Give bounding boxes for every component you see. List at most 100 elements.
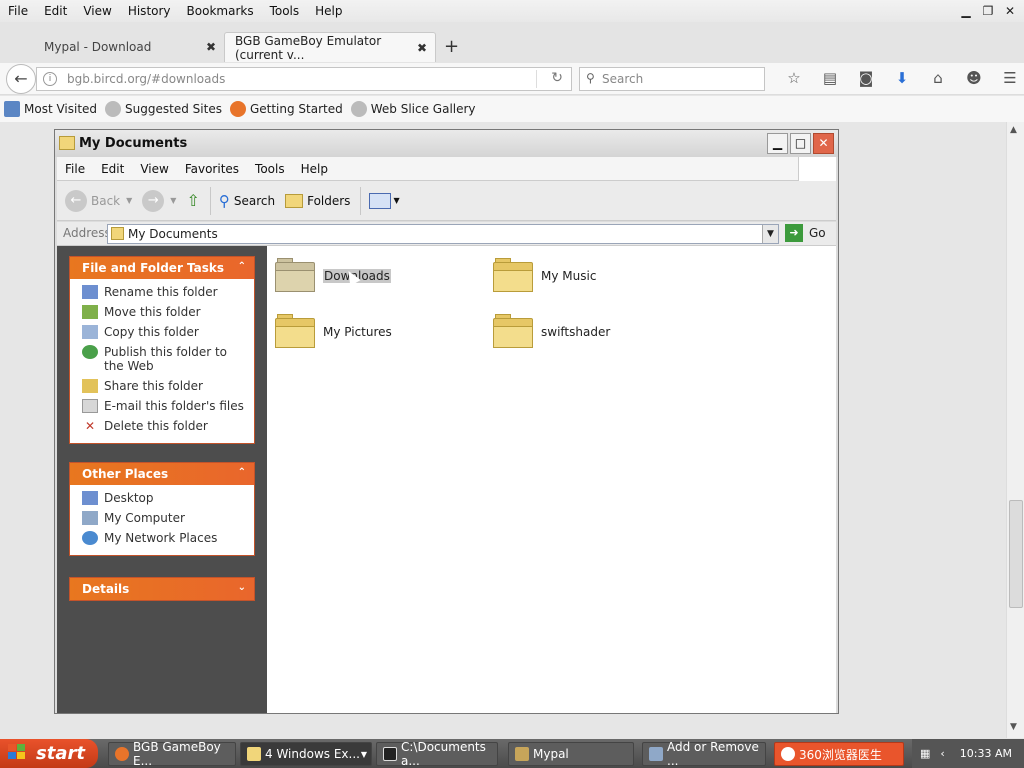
back-button[interactable]: ← Back ▼	[65, 189, 132, 212]
desktop-link[interactable]: Desktop	[82, 491, 254, 505]
folder-icon	[275, 258, 315, 294]
taskbar-item-bgb[interactable]: BGB GameBoy E...	[108, 740, 236, 768]
url-bar[interactable]: i bgb.bircd.org/#downloads ↻	[36, 67, 572, 91]
keyboard-icon[interactable]: ▦	[920, 747, 930, 760]
file-folder-tasks-header[interactable]: File and Folder Tasks ⌃	[70, 257, 254, 279]
bookmark-label: Suggested Sites	[125, 102, 222, 116]
bookmark-web-slice-gallery[interactable]: Web Slice Gallery	[350, 101, 476, 117]
minimize-icon[interactable]: ▁	[956, 2, 976, 20]
taskbar-item-mypal[interactable]: Mypal	[508, 742, 634, 766]
go-button[interactable]: ➜ Go	[785, 224, 826, 242]
menu-history[interactable]: History	[120, 4, 179, 18]
menu-file[interactable]: File	[0, 4, 36, 18]
scroll-up-icon[interactable]: ▲	[1010, 125, 1017, 135]
folder-downloads[interactable]: Downloads	[275, 258, 391, 294]
bookmark-star-icon[interactable]: ☆	[776, 69, 812, 87]
email-icon	[82, 399, 98, 413]
my-computer-link[interactable]: My Computer	[82, 511, 254, 525]
rename-folder-link[interactable]: Rename this folder	[82, 285, 254, 299]
move-folder-link[interactable]: Move this folder	[82, 305, 254, 319]
tab-mypal-download[interactable]: Mypal - Download ✖	[34, 32, 224, 62]
tray-expand-icon[interactable]: ‹	[940, 747, 944, 760]
details-header[interactable]: Details ⌄	[70, 578, 254, 600]
dropdown-arrow-icon[interactable]: ▼	[170, 196, 176, 205]
url-text: bgb.bircd.org/#downloads	[67, 72, 226, 86]
download-icon[interactable]: ⬇	[884, 69, 920, 87]
explorer-titlebar[interactable]: My Documents ▁ □ ✕	[55, 130, 838, 157]
menu-bookmarks[interactable]: Bookmarks	[179, 4, 262, 18]
address-input[interactable]: My Documents ▼	[107, 224, 779, 244]
info-icon[interactable]: i	[43, 72, 57, 86]
tab-close-icon[interactable]: ✖	[417, 41, 427, 55]
panel-title: Other Places	[82, 467, 169, 481]
menu-file[interactable]: File	[57, 162, 93, 176]
bookmark-most-visited[interactable]: Most Visited	[4, 101, 97, 117]
taskbar-label: 4 Windows Ex...	[265, 747, 360, 761]
menu-edit[interactable]: Edit	[36, 4, 75, 18]
page-scrollbar[interactable]: ▲ ▼	[1006, 122, 1024, 738]
new-tab-plus-icon[interactable]: +	[444, 36, 459, 57]
menu-view[interactable]: View	[75, 4, 119, 18]
expand-chevron-icon[interactable]: ⌄	[238, 582, 246, 593]
bookmark-getting-started[interactable]: Getting Started	[229, 101, 343, 117]
globe-icon	[105, 101, 122, 117]
up-folder-button[interactable]: ⇧	[186, 191, 199, 210]
folder-my-pictures[interactable]: My Pictures	[275, 314, 392, 350]
tab-close-icon[interactable]: ✖	[206, 40, 216, 54]
collapse-chevron-icon[interactable]: ⌃	[238, 467, 246, 478]
taskbar-item-documents[interactable]: C:\Documents a...	[376, 740, 498, 768]
delete-folder-link[interactable]: ✕ Delete this folder	[82, 419, 254, 433]
task-label: Copy this folder	[104, 325, 199, 339]
menu-tools[interactable]: Tools	[247, 162, 293, 176]
dropdown-arrow-icon: ▼	[360, 749, 367, 759]
taskbar-label: Mypal	[533, 747, 569, 761]
dropdown-arrow-icon[interactable]: ▼	[762, 225, 778, 243]
menu-help[interactable]: Help	[307, 4, 350, 18]
emoji-icon[interactable]: ☻	[956, 69, 992, 87]
taskbar-item-windows-explorer[interactable]: 4 Windows Ex... ▼	[240, 742, 372, 766]
search-input[interactable]: ⚲ Search	[579, 67, 765, 91]
menu-edit[interactable]: Edit	[93, 162, 132, 176]
reading-list-icon[interactable]: ▤	[812, 69, 848, 87]
taskbar-item-add-remove[interactable]: Add or Remove ...	[642, 740, 766, 768]
my-network-places-link[interactable]: My Network Places	[82, 531, 254, 545]
folders-button[interactable]: Folders	[285, 193, 350, 208]
scrollbar-thumb[interactable]	[1009, 500, 1023, 608]
maximize-icon[interactable]: □	[790, 133, 811, 154]
menu-favorites[interactable]: Favorites	[177, 162, 247, 176]
close-icon[interactable]: ✕	[813, 133, 834, 154]
bookmark-suggested-sites[interactable]: Suggested Sites	[105, 101, 222, 117]
scroll-down-icon[interactable]: ▼	[1010, 722, 1017, 732]
back-arrow-icon[interactable]: ←	[6, 64, 36, 94]
clock: 10:33 AM	[959, 747, 1012, 760]
publish-folder-link[interactable]: Publish this folder to the Web	[82, 345, 254, 373]
collapse-chevron-icon[interactable]: ⌃	[238, 261, 246, 272]
reload-icon[interactable]: ↻	[551, 70, 563, 86]
dropdown-arrow-icon[interactable]: ▼	[126, 196, 132, 205]
close-icon[interactable]: ✕	[1000, 2, 1020, 20]
menu-tools[interactable]: Tools	[262, 4, 308, 18]
views-button[interactable]: ▼	[369, 192, 400, 209]
menu-help[interactable]: Help	[293, 162, 336, 176]
folder-swiftshader[interactable]: swiftshader	[493, 314, 610, 350]
start-label: start	[36, 743, 85, 764]
tab-bgb-gameboy[interactable]: BGB GameBoy Emulator (current v... ✖	[224, 32, 436, 62]
minimize-icon[interactable]: ▁	[767, 133, 788, 154]
copy-folder-link[interactable]: Copy this folder	[82, 325, 254, 339]
pocket-icon[interactable]: ◙	[848, 69, 884, 87]
menu-view[interactable]: View	[132, 162, 176, 176]
folder-contents: Downloads My Music My Pictures swiftshad…	[267, 246, 836, 713]
folder-my-music[interactable]: My Music	[493, 258, 596, 294]
share-folder-link[interactable]: Share this folder	[82, 379, 254, 393]
forward-button[interactable]: → ▼	[142, 189, 176, 212]
restore-icon[interactable]: ❐	[978, 2, 998, 20]
other-places-header[interactable]: Other Places ⌃	[70, 463, 254, 485]
search-button[interactable]: ⚲ Search	[219, 192, 275, 210]
hamburger-menu-icon[interactable]: ☰	[992, 69, 1024, 87]
home-icon[interactable]: ⌂	[920, 69, 956, 87]
search-placeholder: Search	[602, 72, 644, 86]
taskbar-item-360-browser[interactable]: 360浏览器医生	[774, 742, 904, 766]
start-button[interactable]: start	[0, 739, 98, 768]
folders-icon	[285, 193, 304, 208]
email-folder-link[interactable]: E-mail this folder's files	[82, 399, 254, 413]
